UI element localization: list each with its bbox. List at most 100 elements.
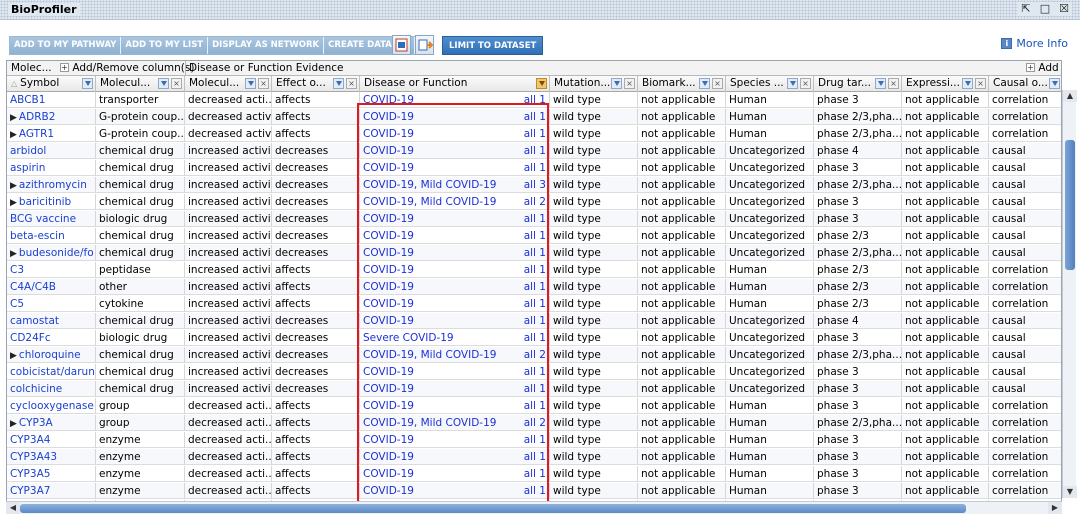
all-count-link[interactable]: all 1 [524, 432, 546, 448]
all-count-link[interactable]: all 1 [524, 279, 546, 295]
cell-symbol[interactable]: beta-escin [7, 228, 96, 244]
filter-icon[interactable] [245, 78, 256, 89]
table-row[interactable]: camostat chemical drug increased activity d… [7, 313, 1061, 329]
cell-disease[interactable]: COVID-19 all 1 [360, 279, 550, 295]
table-row[interactable]: cobicistat/darun chemical drug increased a… [7, 364, 1061, 380]
copy-to-dataset-icon[interactable] [415, 35, 434, 55]
cell-symbol[interactable]: ▶ ADRB2 [7, 109, 96, 125]
all-count-link[interactable]: all 1 [524, 92, 546, 108]
table-row[interactable]: aspirin chemical drug increased activity de… [7, 160, 1061, 176]
all-count-link[interactable]: all 2 [524, 347, 546, 363]
table-row[interactable]: colchicine chemical drug increased activit… [7, 381, 1061, 397]
cell-disease[interactable]: Severe COVID-19 all 1 [360, 330, 550, 346]
display-as-network-button[interactable]: DISPLAY AS NETWORK [208, 37, 325, 54]
cell-symbol[interactable]: camostat [7, 313, 96, 329]
table-row[interactable]: ▶ CYP3A group decreased acti... affects COVID… [7, 415, 1061, 431]
col-header-causal[interactable]: Causal o... [989, 76, 1061, 92]
expand-icon[interactable]: ▶ [10, 113, 17, 123]
cell-disease[interactable]: COVID-19, Mild COVID-19 all 2 [360, 347, 550, 363]
all-count-link[interactable]: all 1 [524, 466, 546, 482]
all-count-link[interactable]: all 3 [524, 177, 546, 193]
cell-symbol[interactable]: ▶ baricitinib [7, 194, 96, 210]
remove-column-icon[interactable]: × [346, 78, 357, 89]
cell-disease[interactable]: COVID-19 all 1 [360, 245, 550, 261]
expand-icon[interactable]: ▶ [10, 249, 17, 259]
table-row[interactable]: ▶ budesonide/fo chemical drug increased act… [7, 245, 1061, 261]
cell-symbol[interactable]: ▶ CYP3A [7, 415, 96, 431]
add-remove-columns[interactable]: + Add/Remove column(s) [60, 62, 194, 74]
table-row[interactable]: cyclooxygenase group decreased acti... affe… [7, 398, 1061, 414]
cell-disease[interactable]: COVID-19 all 1 [360, 211, 550, 227]
cell-disease[interactable]: COVID-19 all 1 [360, 296, 550, 312]
expand-icon[interactable]: ▶ [10, 351, 17, 361]
filter-icon[interactable] [787, 78, 798, 89]
cell-symbol[interactable]: CD24Fc [7, 330, 96, 346]
cell-symbol[interactable]: C3 [7, 262, 96, 278]
remove-column-icon[interactable]: × [888, 78, 899, 89]
cell-disease[interactable]: COVID-19 all 1 [360, 228, 550, 244]
col-header-expression[interactable]: Expressi... × [902, 76, 989, 92]
add-to-my-pathway-button[interactable]: ADD TO MY PATHWAY [10, 37, 122, 54]
more-info-link[interactable]: i More Info [1001, 37, 1068, 50]
col-header-molecule-type[interactable]: Molecul... × [96, 76, 185, 92]
scroll-down-icon[interactable]: ▼ [1063, 486, 1077, 498]
col-header-molecule-activity[interactable]: Molecul... × [185, 76, 272, 92]
all-count-link[interactable]: all 1 [524, 109, 546, 125]
filter-icon[interactable] [962, 78, 973, 89]
col-header-biomarker[interactable]: Biomark... × [638, 76, 726, 92]
cell-symbol[interactable]: C4A/C4B [7, 279, 96, 295]
all-count-link[interactable]: all 1 [524, 160, 546, 176]
table-row[interactable]: beta-escin chemical drug increased activit… [7, 228, 1061, 244]
table-row[interactable]: ▶ baricitinib chemical drug increased activ… [7, 194, 1061, 210]
cell-disease[interactable]: COVID-19 all 1 [360, 109, 550, 125]
cell-disease[interactable]: COVID-19 all 1 [360, 126, 550, 142]
cell-disease[interactable]: COVID-19 all 1 [360, 483, 550, 499]
cell-symbol[interactable]: cyclooxygenase [7, 398, 96, 414]
table-row[interactable]: ABCB1 transporter decreased acti... affects… [7, 92, 1061, 108]
table-row[interactable]: CD24Fc biologic drug increased activity dec… [7, 330, 1061, 346]
filter-icon[interactable] [333, 78, 344, 89]
all-count-link[interactable]: all 1 [524, 211, 546, 227]
cell-symbol[interactable]: CYP3A5 [7, 466, 96, 482]
table-row[interactable]: ▶ azithromycin chemical drug increased acti… [7, 177, 1061, 193]
cell-disease[interactable]: COVID-19 all 1 [360, 160, 550, 176]
all-count-link[interactable]: all 1 [524, 245, 546, 261]
cell-disease[interactable]: COVID-19 all 1 [360, 364, 550, 380]
scroll-thumb[interactable] [20, 504, 966, 513]
limit-to-dataset-button[interactable]: LIMIT TO DATASET [442, 36, 544, 55]
cell-symbol[interactable]: CYP3A43 [7, 449, 96, 465]
remove-column-icon[interactable]: × [712, 78, 723, 89]
cell-disease[interactable]: COVID-19 all 1 [360, 143, 550, 159]
scroll-right-icon[interactable]: ▶ [1048, 502, 1062, 514]
scroll-up-icon[interactable]: ▲ [1063, 90, 1077, 102]
all-count-link[interactable]: all 1 [524, 228, 546, 244]
all-count-link[interactable]: all 1 [524, 483, 546, 499]
col-header-effect[interactable]: Effect o... × [272, 76, 360, 92]
col-header-mutation[interactable]: Mutation... × [550, 76, 638, 92]
all-count-link[interactable]: all 1 [524, 364, 546, 380]
cell-symbol[interactable]: C5 [7, 296, 96, 312]
add-column-button[interactable]: + Add [1026, 62, 1059, 74]
scroll-left-icon[interactable]: ◀ [6, 502, 20, 514]
all-count-link[interactable]: all 1 [524, 381, 546, 397]
cell-disease[interactable]: COVID-19, Mild COVID-19 all 2 [360, 415, 550, 431]
table-row[interactable]: BCG vaccine biologic drug increased activi… [7, 211, 1061, 227]
col-header-drug-target[interactable]: Drug tar... × [814, 76, 902, 92]
table-row[interactable]: C4A/C4B other increased activity affects COV… [7, 279, 1061, 295]
expand-icon[interactable]: ▶ [10, 419, 17, 429]
table-row[interactable]: ▶ADRB2G-protein coup...decreased activit… [7, 109, 1061, 125]
cell-disease[interactable]: COVID-19 all 1 [360, 449, 550, 465]
scroll-thumb[interactable] [1065, 140, 1075, 270]
cell-disease[interactable]: COVID-19 all 1 [360, 466, 550, 482]
cell-symbol[interactable]: aspirin [7, 160, 96, 176]
cell-disease[interactable]: COVID-19 all 1 [360, 398, 550, 414]
cell-symbol[interactable]: colchicine [7, 381, 96, 397]
cell-symbol[interactable]: ▶ chloroquine [7, 347, 96, 363]
table-row[interactable]: CYP3A4 enzyme decreased acti... affects COVI… [7, 432, 1061, 448]
close-icon[interactable]: ☒ [1058, 2, 1070, 16]
cell-symbol[interactable]: ▶ AGTR1 [7, 126, 96, 142]
cell-symbol[interactable]: ▶ azithromycin [7, 177, 96, 193]
table-row[interactable]: C5 cytokine increased activity affects COVID… [7, 296, 1061, 312]
table-row[interactable]: CYP3A43 enzyme decreased acti... affects COV… [7, 449, 1061, 465]
cell-disease[interactable]: COVID-19 all 1 [360, 432, 550, 448]
